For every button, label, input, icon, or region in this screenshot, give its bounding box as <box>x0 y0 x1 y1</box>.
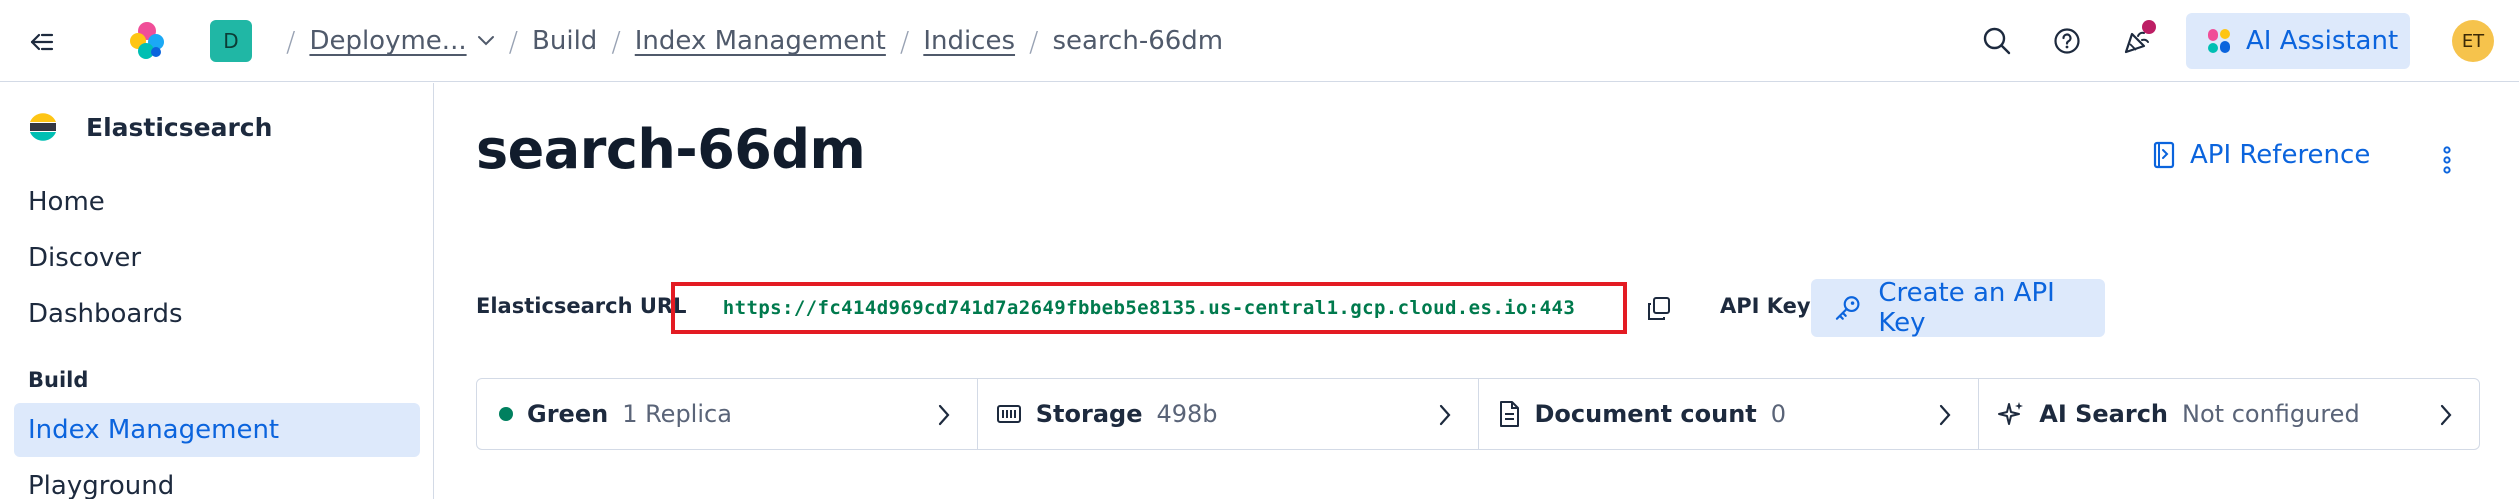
status-dot-icon <box>499 407 513 421</box>
storage-icon <box>996 405 1021 423</box>
breadcrumb-deployment[interactable]: Deployme... <box>309 26 466 56</box>
sidebar-item-discover[interactable]: Discover <box>14 231 420 285</box>
breadcrumb-build: Build <box>532 26 598 56</box>
help-button[interactable] <box>2046 20 2088 62</box>
space-avatar[interactable]: D <box>210 20 252 62</box>
sidebar-brand-label: Elasticsearch <box>86 112 273 142</box>
elasticsearch-logo-icon <box>30 113 56 141</box>
sidebar-item-label: Discover <box>28 243 142 273</box>
stat-value: 1 Replica <box>622 400 732 428</box>
stat-title: Document count <box>1534 400 1757 428</box>
sparkles-icon <box>1998 402 2024 425</box>
sidebar-item-label: Playground <box>28 471 175 499</box>
breadcrumb: / Deployme... / Build / Index Management… <box>272 0 1223 82</box>
chevron-right-icon <box>2440 404 2452 426</box>
create-api-key-button[interactable]: Create an API Key <box>1811 278 2105 338</box>
stat-title: Storage <box>1035 400 1143 428</box>
sidebar-item-label: Dashboards <box>28 299 183 329</box>
copy-url-button[interactable] <box>1642 292 1676 326</box>
sidebar-item-dashboards[interactable]: Dashboards <box>14 287 420 341</box>
ai-assistant-button[interactable]: AI Assistant <box>2186 13 2410 69</box>
sidebar-item-index-management[interactable]: Index Management <box>14 403 420 457</box>
user-avatar[interactable]: ET <box>2452 20 2494 62</box>
book-icon <box>2153 141 2175 169</box>
index-stats-row: Green 1 Replica Storage 498b Document co… <box>476 378 2480 450</box>
sidebar-item-playground[interactable]: Playground <box>14 459 420 499</box>
chevron-right-icon <box>1439 404 1450 426</box>
breadcrumb-separator: / <box>508 24 519 58</box>
breadcrumb-separator: / <box>1029 24 1039 58</box>
stat-storage[interactable]: Storage 498b <box>978 379 1479 449</box>
sidebar-item-home[interactable]: Home <box>14 175 420 229</box>
page-title: search-66dm <box>476 118 866 181</box>
more-actions-button[interactable] <box>2432 140 2462 180</box>
breadcrumb-current: search-66dm <box>1052 26 1224 56</box>
chevron-down-icon[interactable] <box>477 35 495 47</box>
stat-title: Green <box>527 400 609 428</box>
breadcrumb-separator: / <box>611 24 621 58</box>
news-feed-button[interactable] <box>2116 20 2158 62</box>
api-reference-label: API Reference <box>2190 140 2371 170</box>
elasticsearch-url-value: https://fc414d969cd741d7a2649fbbeb5e8135… <box>722 297 1576 319</box>
breadcrumb-separator: / <box>899 24 910 58</box>
side-navigation: Elasticsearch Home Discover Dashboards B… <box>0 83 434 499</box>
elasticsearch-url-field[interactable]: https://fc414d969cd741d7a2649fbbeb5e8135… <box>671 282 1627 334</box>
document-icon <box>1499 401 1519 427</box>
sidebar-brand[interactable]: Elasticsearch <box>26 107 272 147</box>
elasticsearch-url-label: Elasticsearch URL <box>476 294 687 318</box>
stat-title: AI Search <box>2039 400 2169 428</box>
ai-assistant-label: AI Assistant <box>2246 26 2399 56</box>
stat-document-count[interactable]: Document count 0 <box>1479 379 1980 449</box>
ai-assistant-icon <box>2208 29 2230 53</box>
help-icon <box>2054 28 2080 54</box>
stat-ai-search[interactable]: AI Search Not configured <box>1979 379 2479 449</box>
breadcrumb-index-management[interactable]: Index Management <box>635 26 886 56</box>
sidebar-section-build: Build <box>28 368 89 392</box>
api-reference-link[interactable]: API Reference <box>2152 140 2370 170</box>
stat-health[interactable]: Green 1 Replica <box>477 379 978 449</box>
collapse-nav-button[interactable] <box>22 22 62 62</box>
chevron-right-icon <box>938 404 950 426</box>
notification-badge <box>2142 20 2156 34</box>
user-initials: ET <box>2461 30 2485 52</box>
api-key-label: API Key <box>1720 294 1811 318</box>
search-icon <box>1983 27 2011 55</box>
sidebar-item-label: Index Management <box>28 415 280 445</box>
menu-collapse-icon <box>30 33 54 51</box>
copy-icon <box>1648 297 1670 320</box>
create-api-key-label: Create an API Key <box>1878 278 2055 338</box>
chevron-right-icon <box>1940 404 1951 426</box>
kebab-menu-icon <box>2443 146 2451 174</box>
key-icon <box>1835 296 1860 320</box>
elastic-logo-icon[interactable] <box>126 20 168 62</box>
stat-value: Not configured <box>2182 400 2360 428</box>
stat-value: 498b <box>1156 400 1218 428</box>
breadcrumb-indices[interactable]: Indices <box>923 26 1015 56</box>
top-header: D / Deployme... / Build / Index Manageme… <box>0 0 2519 82</box>
space-initial: D <box>223 29 239 53</box>
stat-value: 0 <box>1770 400 1787 428</box>
sidebar-item-label: Home <box>28 187 105 217</box>
breadcrumb-separator: / <box>286 24 296 58</box>
search-button[interactable] <box>1976 20 2018 62</box>
